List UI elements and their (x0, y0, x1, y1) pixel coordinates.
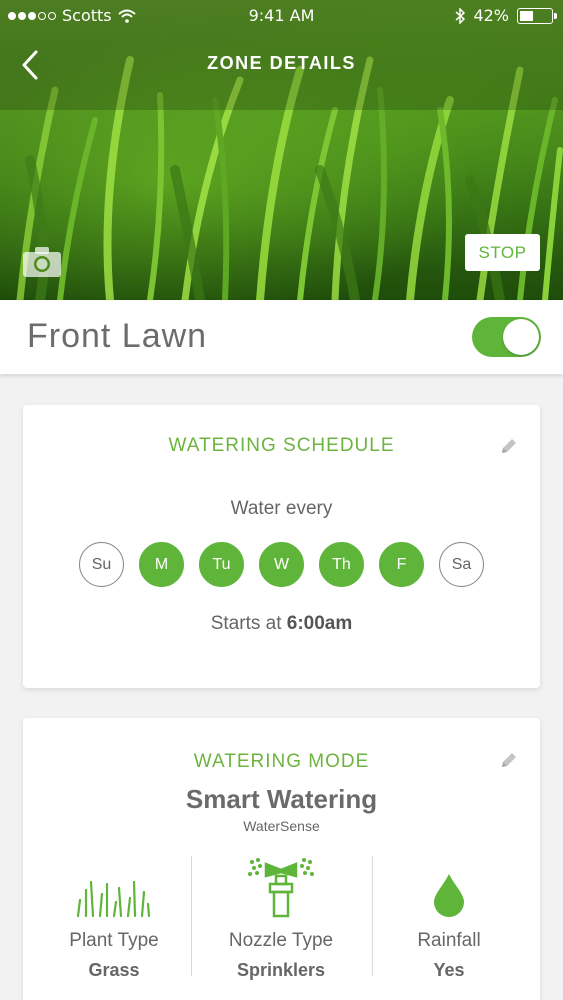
plant-type-column[interactable]: Plant Type Grass (29, 848, 199, 981)
grass-icon (29, 848, 199, 918)
zone-header: Front Lawn (0, 300, 563, 374)
camera-icon (23, 247, 61, 277)
status-right: 42% (455, 6, 557, 25)
day-thursday[interactable]: Th (319, 542, 364, 587)
mode-title: WATERING MODE (193, 751, 370, 772)
edit-mode-button[interactable] (499, 750, 519, 770)
watering-schedule-card: WATERING SCHEDULE Water every Su M Tu W … (23, 405, 540, 688)
day-friday[interactable]: F (379, 542, 424, 587)
zone-enabled-toggle[interactable] (472, 317, 541, 357)
water-every-label: Water every (230, 498, 333, 519)
raindrop-icon (364, 848, 534, 918)
weekday-selector: Su M Tu W Th F Sa (79, 542, 484, 587)
camera-button[interactable] (22, 245, 62, 279)
day-saturday[interactable]: Sa (439, 542, 484, 587)
day-wednesday[interactable]: W (259, 542, 304, 587)
zone-photo: Scotts 9:41 AM 42% ZONE DETAILS STOP (0, 0, 563, 300)
schedule-title: WATERING SCHEDULE (168, 435, 395, 456)
toggle-knob (503, 319, 539, 355)
page-title: ZONE DETAILS (207, 53, 356, 73)
start-time-line: Starts at 6:00am (23, 613, 540, 635)
rainfall-value: Yes (433, 960, 465, 980)
status-bar: Scotts 9:41 AM 42% (0, 0, 563, 32)
watering-mode-card: WATERING MODE Smart Watering WaterSense … (23, 718, 540, 1000)
rainfall-label: Rainfall (417, 930, 481, 951)
day-tuesday[interactable]: Tu (199, 542, 244, 587)
nozzle-type-column[interactable]: Nozzle Type Sprinklers (196, 848, 366, 981)
nozzle-type-label: Nozzle Type (228, 930, 334, 951)
battery-percent: 42% (473, 6, 509, 25)
plant-type-value: Grass (88, 960, 140, 980)
pencil-icon (502, 753, 516, 767)
bluetooth-icon (455, 7, 466, 24)
day-monday[interactable]: M (139, 542, 184, 587)
battery-icon (517, 7, 557, 24)
mode-subtitle: WaterSense (243, 818, 320, 834)
day-sunday[interactable]: Su (79, 542, 124, 587)
rainfall-column[interactable]: Rainfall Yes (364, 848, 534, 981)
starts-at-label: Starts at (210, 613, 282, 634)
battery-fill (520, 10, 533, 21)
zone-name: Front Lawn (27, 317, 208, 355)
column-divider (191, 856, 192, 976)
mode-name: Smart Watering (185, 784, 378, 814)
edit-schedule-button[interactable] (499, 436, 519, 456)
nozzle-type-value: Sprinklers (236, 960, 326, 980)
stop-button[interactable]: STOP (465, 234, 540, 271)
plant-type-label: Plant Type (69, 930, 159, 951)
pencil-icon (502, 439, 516, 453)
sprinkler-icon (196, 848, 366, 918)
start-time-value: 6:00am (286, 613, 353, 634)
